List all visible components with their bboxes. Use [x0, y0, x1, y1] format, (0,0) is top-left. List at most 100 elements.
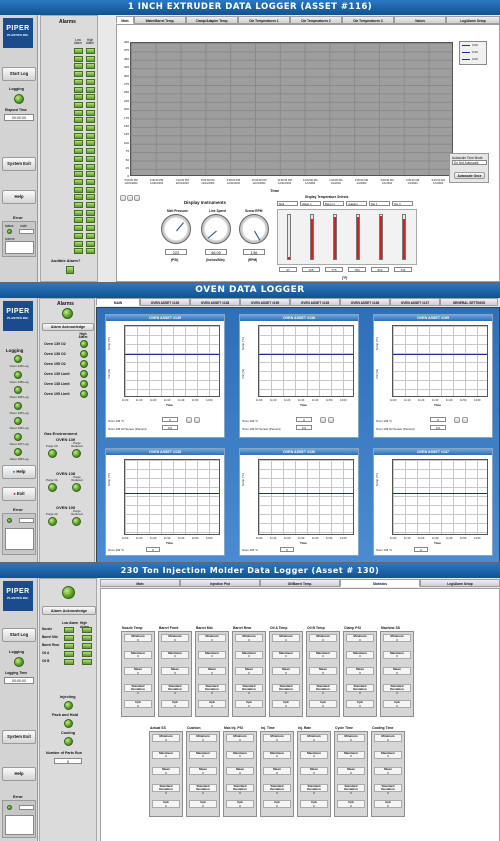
oven-chart-title: OVEN ASSET #135	[106, 449, 224, 455]
oven-zoom-button[interactable]	[454, 417, 460, 423]
stat-box-heading: Clamp PSI	[344, 626, 361, 630]
thermometer-row	[277, 209, 417, 265]
plot-tool-cursor[interactable]	[134, 195, 140, 201]
oven-zoom-button[interactable]	[186, 417, 192, 423]
stat-field-value: 0	[396, 690, 398, 695]
temp-axis-label: Temp (°F)	[375, 473, 379, 487]
oven-log-led	[14, 355, 22, 363]
purge-reduced-label: Purge Reduced	[71, 475, 83, 482]
stat-field-value: 0	[211, 654, 213, 658]
stat-box-heading: Actual SS	[150, 726, 166, 730]
stat-field-value: 0	[322, 654, 324, 658]
temp-select-dropdown[interactable]: Barrel 1	[323, 201, 344, 206]
stat-field: Mean 0	[374, 767, 402, 775]
audible-alarm-toggle[interactable]	[66, 266, 74, 274]
oven-time-tick: 12:00	[340, 399, 347, 402]
tab-oven-139[interactable]: OVEN ASSET #139	[140, 298, 190, 306]
autoscale-once-button[interactable]: Autoscale Once	[454, 172, 485, 179]
oven-pan-button[interactable]	[328, 417, 334, 423]
low-alarm-led	[74, 148, 83, 155]
x-tick-label: 3:00:00 AM 1/1/2004	[380, 179, 394, 185]
stat-box: Oil A Temp Minimum 0 Maximum 0 Mean 0 Standard …	[269, 626, 303, 717]
oven-pan-button[interactable]	[462, 417, 468, 423]
autoscale-mode-select[interactable]: Do Not Autoscale	[452, 160, 487, 165]
tab-values[interactable]: Values	[394, 16, 446, 24]
stat-field-value: 0	[313, 770, 315, 775]
plot-tool-pan[interactable]	[127, 195, 133, 201]
molder-system-exit-button[interactable]: System Exit	[2, 730, 36, 744]
tab-oil-barrel-temp[interactable]: Oil/Barrel Temp.	[260, 579, 340, 587]
tab-die-temperatures-3[interactable]: Die Temperatures 3	[342, 16, 394, 24]
tab-main[interactable]: Main	[116, 16, 134, 24]
tab-log-alarm-setup[interactable]: Log/Alarm Setup	[446, 16, 500, 24]
molder-alarm-acknowledge-button[interactable]: Alarm Acknowledge	[42, 606, 96, 615]
tab-oven-195[interactable]: OVEN ASSET #195	[240, 298, 290, 306]
tab-injection-plot[interactable]: Injection Plot	[180, 579, 260, 587]
help-button[interactable]: Help	[2, 190, 36, 204]
oven-help-button[interactable]: ● Help	[2, 465, 36, 479]
stat-field-value: 0	[396, 670, 398, 675]
oven-series-line	[259, 492, 353, 494]
tab-oven-136[interactable]: OVEN ASSET #136	[340, 298, 390, 306]
code-field	[19, 229, 34, 234]
molder-help-button[interactable]: Help	[2, 767, 36, 781]
temp-select-dropdown[interactable]: Adapter	[346, 201, 367, 206]
oven-zoom-button[interactable]	[320, 417, 326, 423]
stat-box: Machine SS Minimum 0 Maximum 0 Mean 0 Standard …	[380, 626, 414, 717]
stat-field: Minimum 0	[189, 734, 217, 742]
tab-molder-log-alarm-setup[interactable]: Log/Alarm Setup	[420, 579, 500, 587]
stat-field: Maximum 0	[346, 650, 374, 659]
stat-field: Maximum 0	[300, 750, 328, 759]
tab-general-settings[interactable]: GENERAL SETTINGS	[440, 298, 498, 306]
tab-oven-135[interactable]: OVEN ASSET #135	[290, 298, 340, 306]
tab-water-barrel-temp[interactable]: Water/Barrel Temp.	[134, 16, 186, 24]
high-alarm-led	[86, 232, 95, 239]
tab-oven-138[interactable]: OVEN ASSET #138	[190, 298, 240, 306]
temp-select-dropdown[interactable]: Die 1	[369, 201, 390, 206]
logging-label: Logging	[9, 87, 24, 91]
oven-time-tick: 11:20	[418, 399, 425, 402]
stat-field-value: 0	[359, 703, 361, 708]
stat-box-heading: Oil B Temp	[307, 626, 325, 630]
x-tick-label: 10:00:00 PM 12/31/2003	[251, 179, 267, 185]
stat-field-value: 0	[137, 654, 139, 658]
stat-box-heading: Inj. Time	[261, 726, 275, 730]
low-alarm-led	[74, 163, 83, 170]
temp-select-dropdown[interactable]: Melt	[277, 201, 298, 206]
oven-time-tick: 11:00	[256, 537, 263, 540]
low-alarm-led	[74, 132, 83, 139]
y-tick-label: 325	[123, 65, 129, 70]
molder-logging-led	[14, 657, 24, 667]
tab-statistics[interactable]: Statistics	[340, 579, 420, 587]
tab-molder-main[interactable]: Main	[100, 579, 180, 587]
tab-oven-main[interactable]: MAIN	[96, 298, 140, 306]
oven-time-tick: 11:50	[192, 537, 199, 540]
stat-field-value: 0	[285, 690, 287, 695]
oven-time-tick: 11:00	[390, 399, 397, 402]
temp-select-dropdown[interactable]: Water 1	[300, 201, 321, 206]
tab-die-temperatures-1[interactable]: Die Temperatures 1	[238, 16, 290, 24]
temp-select-dropdown[interactable]: Die 3	[392, 201, 413, 206]
oven-pan-button[interactable]	[194, 417, 200, 423]
stat-field-value: 0	[202, 737, 204, 742]
oven-plot	[392, 459, 488, 535]
low-alarm-led	[74, 109, 83, 116]
stat-field-value: 0	[387, 803, 389, 808]
system-exit-button[interactable]: System Exit	[2, 157, 36, 171]
oven-alarm-acknowledge-button[interactable]: Alarm Acknowledge	[42, 323, 94, 331]
oven-log-label: Oven 195 Log	[9, 395, 29, 399]
oven-exit-button[interactable]: ● Exit	[2, 487, 36, 501]
oven-time-tick: 11:50	[460, 537, 467, 540]
low-alarm-led	[74, 248, 83, 255]
stat-field: Maximum 0	[272, 650, 300, 659]
plot-tool-zoom[interactable]	[120, 195, 126, 201]
thermometer-fill	[357, 216, 359, 259]
alarm-led-grid	[74, 48, 96, 258]
molder-alarm-row-label: Oil B	[42, 659, 50, 663]
molder-start-log-button[interactable]: Start Log	[2, 628, 36, 642]
tab-die-temperatures-2[interactable]: Die Temperatures 2	[290, 16, 342, 24]
low-alarm-led	[74, 117, 83, 124]
tab-oven-137[interactable]: OVEN ASSET #137	[390, 298, 440, 306]
tab-clamp-adapter-temp[interactable]: Clamp/Adapter Temp.	[186, 16, 238, 24]
start-log-button[interactable]: Start Log	[2, 67, 36, 81]
